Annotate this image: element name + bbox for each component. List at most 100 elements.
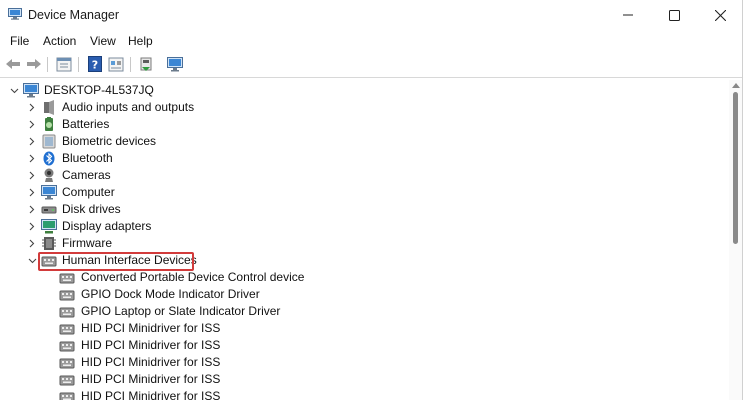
tree-item-display-adapters[interactable]: Display adapters xyxy=(0,218,728,235)
minimize-button[interactable] xyxy=(605,0,651,30)
scroll-up-arrow-icon[interactable] xyxy=(732,83,740,88)
hid-device-icon xyxy=(59,324,75,335)
tree-root-row[interactable]: DESKTOP-4L537JQ xyxy=(0,82,728,99)
maximize-button[interactable] xyxy=(651,0,697,30)
title-bar: Device Manager xyxy=(0,0,742,30)
properties-button[interactable] xyxy=(55,55,73,73)
menu-view[interactable]: View xyxy=(90,34,116,48)
tree-item-batteries[interactable]: Batteries xyxy=(0,116,728,133)
show-hidden-icon xyxy=(108,57,124,71)
tree-child-item[interactable]: HID PCI Minidriver for ISS xyxy=(0,354,728,371)
tree-item-firmware[interactable]: Firmware xyxy=(0,235,728,252)
tree-child-item[interactable]: GPIO Laptop or Slate Indicator Driver xyxy=(0,303,728,320)
help-button[interactable]: ? xyxy=(86,55,104,73)
menu-bar: File Action View Help xyxy=(0,31,742,51)
back-button[interactable] xyxy=(4,55,22,73)
speaker-icon xyxy=(44,100,54,115)
window-title: Device Manager xyxy=(28,8,120,22)
chevron-down-icon[interactable] xyxy=(8,82,20,99)
hid-device-icon xyxy=(59,375,75,386)
tree-item-audio[interactable]: Audio inputs and outputs xyxy=(0,99,728,116)
tree-child-label: GPIO Dock Mode Indicator Driver xyxy=(81,287,260,301)
menu-file[interactable]: File xyxy=(10,34,29,48)
close-icon xyxy=(714,9,726,21)
svg-text:?: ? xyxy=(92,59,98,72)
hid-device-icon xyxy=(59,307,75,318)
device-manager-icon xyxy=(8,8,22,20)
toolbar: ? xyxy=(0,52,742,78)
update-driver-icon xyxy=(140,57,152,71)
tree-child-label: HID PCI Minidriver for ISS xyxy=(81,338,221,352)
display-adapter-icon xyxy=(41,219,57,234)
chevron-right-icon[interactable] xyxy=(26,99,38,116)
tree-child-item[interactable]: GPIO Dock Mode Indicator Driver xyxy=(0,286,728,303)
tree-child-item[interactable]: HID PCI Minidriver for ISS xyxy=(0,320,728,337)
chevron-right-icon[interactable] xyxy=(26,235,38,252)
chevron-down-icon[interactable] xyxy=(26,252,38,269)
chevron-right-icon[interactable] xyxy=(26,201,38,218)
tree-item-label: Cameras xyxy=(62,168,111,182)
menu-action[interactable]: Action xyxy=(43,34,76,48)
tree-child-label: Converted Portable Device Control device xyxy=(81,270,305,284)
toolbar-separator xyxy=(78,57,79,72)
disk-drive-icon xyxy=(41,206,57,214)
tree-item-disk-drives[interactable]: Disk drives xyxy=(0,201,728,218)
properties-sheet-icon xyxy=(56,57,72,71)
battery-icon xyxy=(45,117,53,131)
biometric-icon xyxy=(42,134,56,149)
camera-icon xyxy=(44,168,54,182)
tree-item-computer[interactable]: Computer xyxy=(0,184,728,201)
maximize-icon xyxy=(668,9,680,21)
tree-child-label: HID PCI Minidriver for ISS xyxy=(81,355,221,369)
tree-item-label: Disk drives xyxy=(62,202,121,216)
tree-item-label: Bluetooth xyxy=(62,151,113,165)
tree-item-label: Biometric devices xyxy=(62,134,157,148)
tree-item-label: Batteries xyxy=(62,117,110,131)
scrollbar-thumb[interactable] xyxy=(733,92,738,244)
monitor-icon xyxy=(167,56,183,71)
minimize-icon xyxy=(623,14,633,16)
toolbar-separator xyxy=(47,57,48,72)
tree-child-label: GPIO Laptop or Slate Indicator Driver xyxy=(81,304,281,318)
tree-item-label: Display adapters xyxy=(62,219,152,233)
chevron-right-icon[interactable] xyxy=(26,184,38,201)
highlight-box xyxy=(38,252,194,271)
tree-item-label: Audio inputs and outputs xyxy=(62,100,195,114)
chevron-right-icon[interactable] xyxy=(26,133,38,150)
monitor-icon xyxy=(41,185,57,200)
toolbar-separator xyxy=(130,57,131,72)
computer-icon xyxy=(23,83,39,98)
show-hidden-button[interactable] xyxy=(107,55,125,73)
chevron-right-icon[interactable] xyxy=(26,150,38,167)
chevron-right-icon[interactable] xyxy=(26,218,38,235)
forward-arrow-icon xyxy=(27,59,41,69)
vertical-scrollbar[interactable] xyxy=(729,80,742,400)
tree-item-label: Computer xyxy=(62,185,115,199)
tree-child-item[interactable]: HID PCI Minidriver for ISS xyxy=(0,388,728,400)
tree-root-label: DESKTOP-4L537JQ xyxy=(44,83,154,97)
tree-item-biometric[interactable]: Biometric devices xyxy=(0,133,728,150)
back-arrow-icon xyxy=(6,59,20,69)
tree-child-label: HID PCI Minidriver for ISS xyxy=(81,372,221,386)
hid-device-icon xyxy=(59,290,75,301)
tree-item-label: Firmware xyxy=(62,236,112,250)
tree-child-item[interactable]: HID PCI Minidriver for ISS xyxy=(0,371,728,388)
hid-device-icon xyxy=(59,273,75,284)
tree-item-bluetooth[interactable]: Bluetooth xyxy=(0,150,728,167)
scan-hardware-button[interactable] xyxy=(166,55,184,73)
chevron-right-icon[interactable] xyxy=(26,116,38,133)
device-tree: DESKTOP-4L537JQ Audio inputs and outputs… xyxy=(0,80,728,400)
update-driver-button[interactable] xyxy=(137,55,155,73)
forward-button[interactable] xyxy=(25,55,43,73)
chevron-right-icon[interactable] xyxy=(26,167,38,184)
hid-device-icon xyxy=(59,358,75,369)
tree-child-item[interactable]: HID PCI Minidriver for ISS xyxy=(0,337,728,354)
tree-item-cameras[interactable]: Cameras xyxy=(0,167,728,184)
help-icon: ? xyxy=(88,56,102,72)
firmware-icon xyxy=(42,237,56,250)
tree-child-label: HID PCI Minidriver for ISS xyxy=(81,389,221,400)
tree-child-item[interactable]: Converted Portable Device Control device xyxy=(0,269,728,286)
close-button[interactable] xyxy=(697,0,742,30)
menu-help[interactable]: Help xyxy=(128,34,153,48)
hid-device-icon xyxy=(59,392,75,400)
